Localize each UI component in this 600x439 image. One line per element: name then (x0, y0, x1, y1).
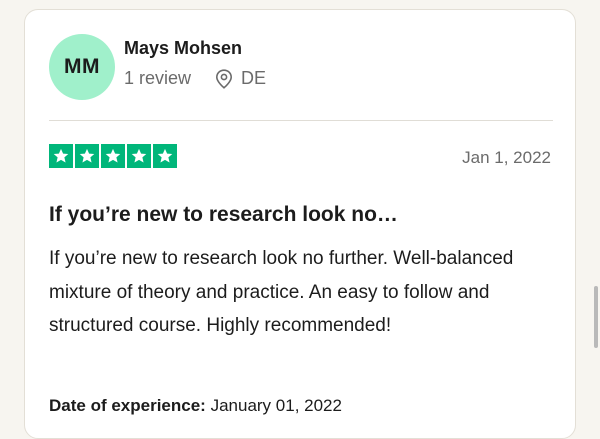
reviewer-meta: 1 review DE (124, 68, 266, 89)
star-icon (75, 144, 99, 168)
star-icon (49, 144, 73, 168)
date-of-experience: Date of experience: January 01, 2022 (49, 396, 342, 416)
star-icon (153, 144, 177, 168)
review-count: 1 review (124, 68, 192, 88)
reviewer-location: DE (241, 68, 267, 88)
location-pin-icon (215, 68, 233, 89)
review-title[interactable]: If you’re new to research look no… (49, 203, 398, 227)
experience-label: Date of experience: (49, 396, 206, 415)
star-icon (101, 144, 125, 168)
review-card: MM Mays Mohsen 1 review DE Jan 1, 2022 I… (24, 9, 576, 439)
review-date: Jan 1, 2022 (462, 148, 551, 167)
star-rating (49, 144, 177, 168)
avatar[interactable]: MM (49, 34, 115, 100)
experience-date: January 01, 2022 (210, 396, 342, 415)
divider (49, 120, 553, 121)
scrollbar[interactable] (594, 286, 598, 348)
star-icon (127, 144, 151, 168)
reviewer-name[interactable]: Mays Mohsen (124, 38, 242, 59)
review-body: If you’re new to research look no furthe… (49, 248, 514, 336)
